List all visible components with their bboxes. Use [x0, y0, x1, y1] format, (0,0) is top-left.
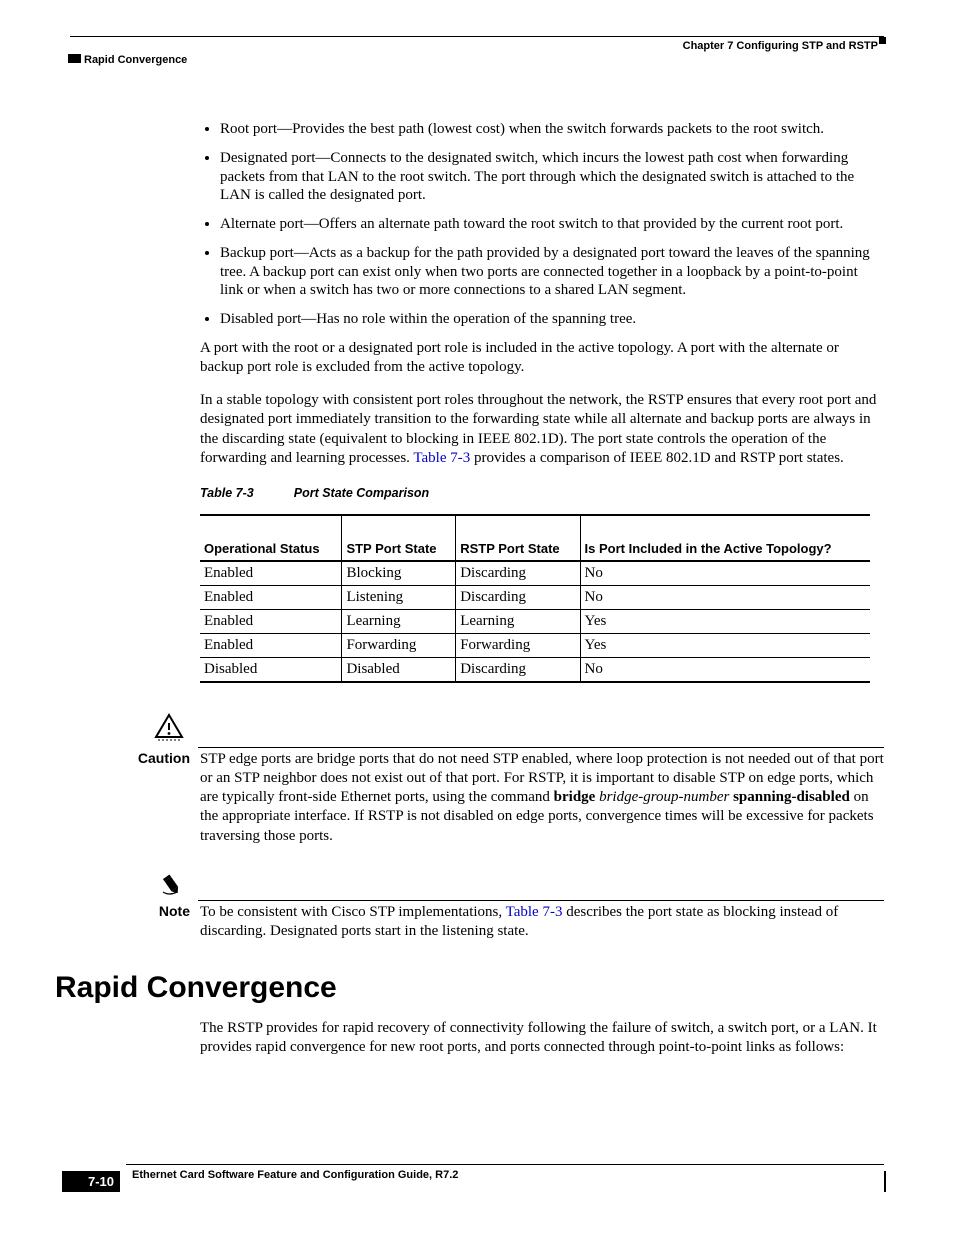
- footer-book-title: Ethernet Card Software Feature and Confi…: [132, 1169, 458, 1181]
- text-italic: bridge-group-number: [595, 789, 733, 805]
- column-header: RSTP Port State: [456, 515, 580, 561]
- note-label: Note: [134, 903, 190, 919]
- caution-label: Caution: [134, 750, 190, 766]
- table-cell: No: [580, 585, 870, 609]
- footer-rule: [126, 1164, 884, 1165]
- table-cell: No: [580, 561, 870, 586]
- port-role-list: Root port—Provides the best path (lowest…: [200, 120, 882, 329]
- header-right-marker: [879, 37, 886, 44]
- caution-rule: [198, 747, 884, 748]
- table-row: Enabled Listening Discarding No: [200, 585, 870, 609]
- table-cell: Learning: [342, 609, 456, 633]
- text-run: provides a comparison of IEEE 802.1D and…: [470, 450, 844, 466]
- table-cell: Enabled: [200, 561, 342, 586]
- page-number: 7-10: [62, 1171, 120, 1192]
- text-run: To be consistent with Cisco STP implemen…: [200, 904, 506, 920]
- table-cell: Enabled: [200, 609, 342, 633]
- table-row: Enabled Learning Learning Yes: [200, 609, 870, 633]
- table-cell: Disabled: [200, 657, 342, 682]
- caution-callout: Caution STP edge ports are bridge ports …: [134, 713, 884, 846]
- table-cell: Discarding: [456, 657, 580, 682]
- list-item: Root port—Provides the best path (lowest…: [220, 120, 882, 139]
- footer-right-marker: [884, 1171, 886, 1192]
- table-cell: Enabled: [200, 585, 342, 609]
- table-cell: Blocking: [342, 561, 456, 586]
- table-cell: Disabled: [342, 657, 456, 682]
- caution-text: STP edge ports are bridge ports that do …: [200, 713, 884, 846]
- text-bold: bridge: [554, 789, 596, 805]
- header-rule: [70, 36, 884, 37]
- header-chapter: Chapter 7 Configuring STP and RSTP: [683, 40, 878, 52]
- table-cell: Discarding: [456, 561, 580, 586]
- table-cell: Forwarding: [456, 633, 580, 657]
- body-paragraph: The RSTP provides for rapid recovery of …: [200, 1019, 882, 1057]
- port-state-table: Operational Status STP Port State RSTP P…: [200, 514, 870, 683]
- header-left-marker: [68, 54, 81, 63]
- table-cell: Yes: [580, 633, 870, 657]
- table-cell: Forwarding: [342, 633, 456, 657]
- caution-icon: [154, 713, 184, 743]
- table-caption: Table 7-3 Port State Comparison: [200, 486, 882, 500]
- table-cell: No: [580, 657, 870, 682]
- table-title-text: Port State Comparison: [294, 486, 429, 500]
- section-heading: Rapid Convergence: [55, 971, 882, 1005]
- cross-reference-link[interactable]: Table 7-3: [506, 904, 563, 920]
- body-paragraph: A port with the root or a designated por…: [200, 339, 882, 377]
- header-section: Rapid Convergence: [84, 54, 187, 66]
- table-cell: Discarding: [456, 585, 580, 609]
- table-cell: Yes: [580, 609, 870, 633]
- table-header-row: Operational Status STP Port State RSTP P…: [200, 515, 870, 561]
- column-header: STP Port State: [342, 515, 456, 561]
- list-item: Backup port—Acts as a backup for the pat…: [220, 244, 882, 300]
- table-cell: Enabled: [200, 633, 342, 657]
- note-icon: [158, 870, 188, 900]
- table-cell: Listening: [342, 585, 456, 609]
- table-row: Disabled Disabled Discarding No: [200, 657, 870, 682]
- cross-reference-link[interactable]: Table 7-3: [413, 450, 470, 466]
- body-paragraph: In a stable topology with consistent por…: [200, 391, 882, 468]
- table-row: Enabled Blocking Discarding No: [200, 561, 870, 586]
- note-callout: Note To be consistent with Cisco STP imp…: [134, 866, 884, 941]
- note-text: To be consistent with Cisco STP implemen…: [200, 866, 884, 941]
- column-header: Operational Status: [200, 515, 342, 561]
- table-cell: Learning: [456, 609, 580, 633]
- text-bold: spanning-disabled: [733, 789, 850, 805]
- table-number: Table 7-3: [200, 486, 254, 500]
- note-rule: [198, 900, 884, 901]
- list-item: Disabled port—Has no role within the ope…: [220, 310, 882, 329]
- list-item: Alternate port—Offers an alternate path …: [220, 215, 882, 234]
- list-item: Designated port—Connects to the designat…: [220, 149, 882, 205]
- table-row: Enabled Forwarding Forwarding Yes: [200, 633, 870, 657]
- column-header: Is Port Included in the Active Topology?: [580, 515, 870, 561]
